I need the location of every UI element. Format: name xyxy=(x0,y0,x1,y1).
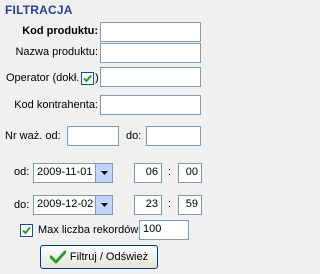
date-to-value: 2009-12-02 xyxy=(37,198,94,210)
green-check-icon xyxy=(49,250,66,264)
max-records-input[interactable]: 100 xyxy=(139,220,189,240)
operator-input[interactable] xyxy=(100,67,201,87)
weigh-no-from-input[interactable] xyxy=(67,126,119,146)
contractor-code-label: Kod kontrahenta: xyxy=(14,99,98,111)
operator-paren: ) xyxy=(95,72,99,84)
time-to-separator: : xyxy=(168,198,172,210)
product-code-input[interactable] xyxy=(100,22,201,42)
product-code-label: Kod produktu: xyxy=(22,25,98,37)
time-from-separator: : xyxy=(168,166,172,178)
product-name-label: Nazwa produktu: xyxy=(15,46,98,58)
operator-exact-checkbox[interactable] xyxy=(81,72,94,85)
date-to-label: do: xyxy=(14,199,30,211)
weigh-no-to-label: do: xyxy=(126,130,142,142)
operator-label: Operator (dokł. xyxy=(6,72,80,84)
date-from-select[interactable]: 2009-11-01 xyxy=(33,163,113,183)
date-from-value: 2009-11-01 xyxy=(37,166,93,178)
max-records-label: Max liczba rekordów: xyxy=(38,224,142,236)
minute-to-input[interactable]: 59 xyxy=(178,195,202,215)
hour-to-input[interactable]: 23 xyxy=(134,195,162,215)
hour-from-input[interactable]: 06 xyxy=(134,163,162,183)
weigh-no-from-label: Nr waż. od: xyxy=(5,130,61,142)
contractor-code-input[interactable] xyxy=(100,95,201,115)
filter-refresh-button[interactable]: Filtruj / Odśwież xyxy=(40,245,158,269)
date-to-select[interactable]: 2009-12-02 xyxy=(33,195,113,215)
date-from-label: od: xyxy=(14,166,30,178)
product-name-input[interactable] xyxy=(100,43,201,63)
chevron-down-icon[interactable] xyxy=(95,164,112,182)
filter-refresh-label: Filtruj / Odśwież xyxy=(69,251,149,263)
check-icon xyxy=(22,226,31,235)
chevron-down-icon[interactable] xyxy=(95,196,112,214)
minute-from-input[interactable]: 00 xyxy=(178,163,202,183)
weigh-no-to-input[interactable] xyxy=(146,126,201,146)
max-records-checkbox[interactable] xyxy=(20,224,33,237)
check-icon xyxy=(83,74,92,83)
panel-title: FILTRACJA xyxy=(5,3,73,17)
